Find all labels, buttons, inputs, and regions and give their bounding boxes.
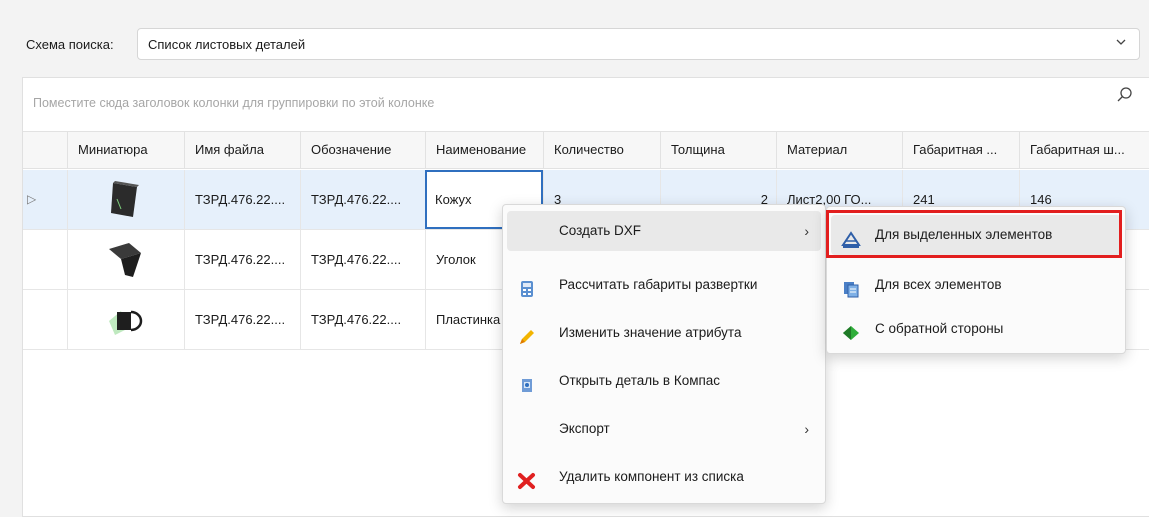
filename-cell: ТЗРД.476.22.... [184, 170, 300, 229]
grid-header: Миниатюра Имя файла Обозначение Наименов… [23, 131, 1149, 169]
menu-item-open-in-kompas[interactable]: Открыть деталь в Компас [507, 361, 821, 401]
search-scheme-label: Схема поиска: [26, 37, 114, 52]
calculator-icon [517, 275, 537, 297]
designation-cell: ТЗРД.476.22.... [300, 290, 425, 349]
menu-item-label: Экспорт [559, 421, 610, 436]
thumbnail-cell [67, 230, 184, 289]
menu-item-label: Изменить значение атрибута [559, 325, 742, 340]
column-header-thumbnail[interactable]: Миниатюра [67, 132, 184, 168]
group-by-hint[interactable]: Поместите сюда заголовок колонки для гру… [33, 96, 434, 110]
menu-item-delete-component[interactable]: Удалить компонент из списка [507, 457, 821, 497]
menu-item-label: Удалить компонент из списка [559, 469, 744, 484]
thumbnail-cell [67, 170, 184, 229]
flip-side-icon [841, 319, 861, 340]
designation-cell: ТЗРД.476.22.... [300, 230, 425, 289]
pencil-icon [517, 323, 537, 344]
column-header-thickness[interactable]: Толщина [660, 132, 776, 168]
filename-cell: ТЗРД.476.22.... [184, 290, 300, 349]
column-header-overall-dim[interactable]: Габаритная ... [902, 132, 1019, 168]
submenu-item-reverse-side[interactable]: С обратной стороны [831, 309, 1121, 349]
search-scheme-value: Список листовых деталей [148, 37, 306, 52]
menu-item-change-attribute[interactable]: Изменить значение атрибута [507, 313, 821, 353]
column-header-quantity[interactable]: Количество [543, 132, 660, 168]
open-document-icon [517, 371, 537, 392]
chevron-right-icon: › [804, 223, 809, 239]
designation-cell: ТЗРД.476.22.... [300, 170, 425, 229]
context-menu: Создать DXF › Рассчитать габариты развер… [502, 204, 826, 504]
search-scheme-row: Схема поиска: Список листовых деталей [0, 28, 1149, 62]
column-header-material[interactable]: Материал [776, 132, 902, 168]
chevron-down-icon [1115, 36, 1127, 51]
part-thumbnail-angle [109, 243, 141, 277]
search-scheme-dropdown[interactable]: Список листовых деталей [137, 28, 1140, 60]
submenu-item-all[interactable]: Для всех элементов [831, 265, 1121, 305]
menu-item-label: Рассчитать габариты развертки [559, 277, 758, 292]
submenu-item-label: С обратной стороны [875, 321, 1004, 336]
delete-x-icon [517, 467, 537, 489]
dxf-all-icon [841, 275, 861, 298]
highlight-frame [826, 210, 1122, 258]
expand-row-icon[interactable]: ▷ [27, 192, 36, 206]
menu-item-export[interactable]: Экспорт › [507, 409, 821, 449]
search-icon[interactable] [1115, 85, 1135, 105]
part-thumbnail-casing [111, 181, 139, 217]
column-header-designation[interactable]: Обозначение [300, 132, 425, 168]
column-header-filename[interactable]: Имя файла [184, 132, 300, 168]
header-expander [23, 132, 67, 168]
submenu-item-label: Для всех элементов [875, 277, 1002, 292]
part-thumbnail-plate [109, 310, 143, 335]
chevron-right-icon: › [804, 421, 809, 437]
menu-item-label: Открыть деталь в Компас [559, 373, 721, 388]
menu-item-label: Создать DXF [559, 223, 642, 238]
column-header-overall-width[interactable]: Габаритная ш... [1019, 132, 1149, 168]
menu-item-calc-flat-dims[interactable]: Рассчитать габариты развертки [507, 265, 821, 305]
column-header-name[interactable]: Наименование [425, 132, 543, 168]
filename-cell: ТЗРД.476.22.... [184, 230, 300, 289]
menu-item-create-dxf[interactable]: Создать DXF › [507, 211, 821, 251]
thumbnail-cell [67, 290, 184, 349]
